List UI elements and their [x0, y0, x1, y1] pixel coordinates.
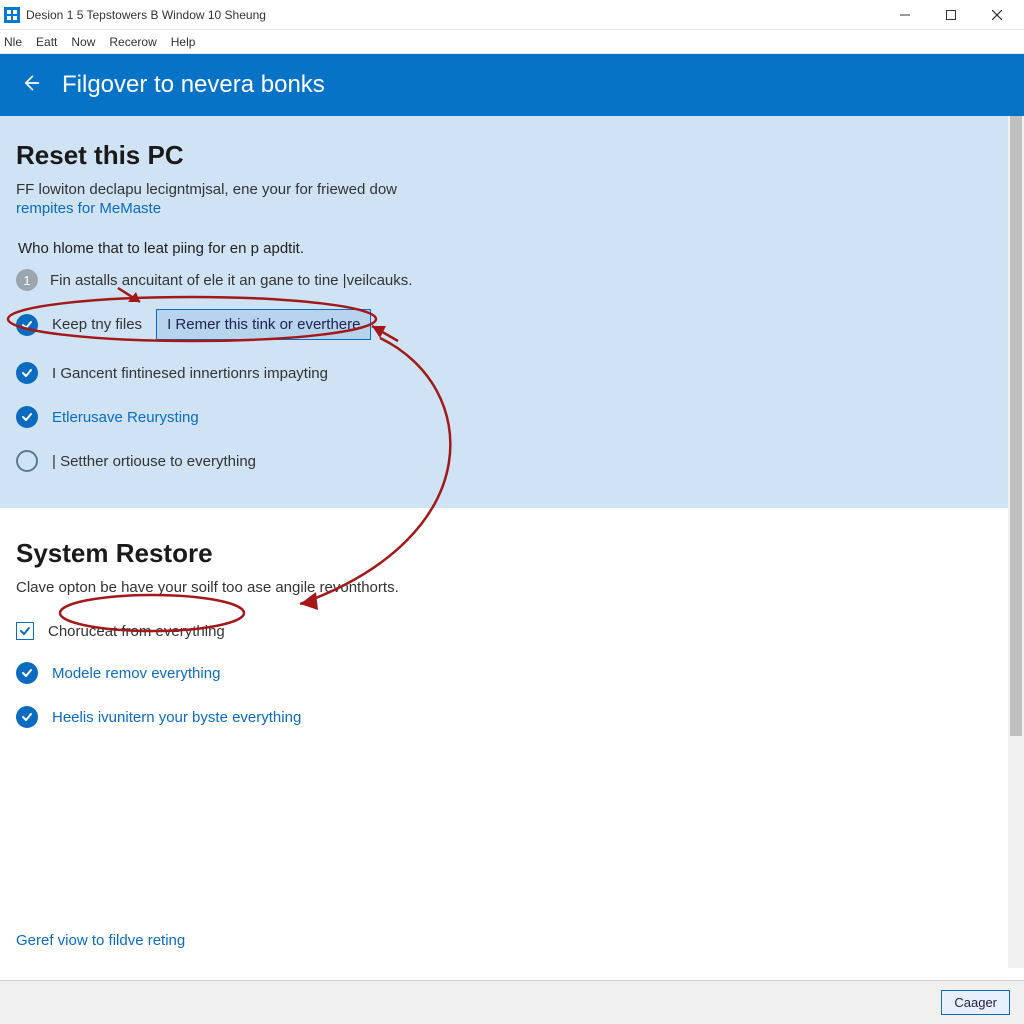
- close-button[interactable]: [974, 0, 1020, 30]
- bottom-bar: Caager: [0, 980, 1024, 1024]
- footer-link-row: Geref viow to fildve reting: [16, 932, 185, 950]
- option-heelis[interactable]: Heelis ivunitern your byste everything: [16, 706, 1008, 728]
- restore-section: System Restore Clave opton be have your …: [0, 508, 1024, 770]
- option-modele[interactable]: Modele remov everything: [16, 662, 1008, 684]
- reset-description: FF lowiton declapu lecigntmjsal, ene you…: [16, 181, 1008, 198]
- check-icon: [16, 406, 38, 428]
- option-setther[interactable]: | Setther ortiouse to everything: [16, 450, 1008, 472]
- caager-button[interactable]: Caager: [941, 990, 1010, 1015]
- check-icon: [16, 706, 38, 728]
- scrollbar-track[interactable]: [1008, 116, 1024, 968]
- highlighted-option[interactable]: I Remer this tink or everthere: [156, 309, 371, 340]
- page-title: Filgover to nevera bonks: [62, 71, 325, 99]
- menubar: Nle Eatt Now Recerow Help: [0, 30, 1024, 54]
- check-icon: [16, 362, 38, 384]
- radio-empty-icon: [16, 450, 38, 472]
- window-controls: [882, 0, 1020, 30]
- option-gancent[interactable]: I Gancent fintinesed innertionrs impayti…: [16, 362, 1008, 384]
- step-row: 1 Fin astalls ancuitant of ele it an gan…: [16, 269, 1008, 291]
- reset-section: Reset this PC FF lowiton declapu lecignt…: [0, 116, 1024, 508]
- window-title: Desion 1 5 Tepstowers B Window 10 Sheung: [26, 8, 882, 22]
- check-icon: [16, 314, 38, 336]
- option-label: Heelis ivunitern your byste everything: [52, 709, 301, 726]
- option-choruceat[interactable]: Choruceat from everything: [16, 622, 1008, 640]
- option-etlerusave[interactable]: Etlerusave Reurysting: [16, 406, 1008, 428]
- reset-link[interactable]: rempites for MeMaste: [16, 200, 161, 217]
- titlebar: Desion 1 5 Tepstowers B Window 10 Sheung: [0, 0, 1024, 30]
- maximize-button[interactable]: [928, 0, 974, 30]
- app-icon: [4, 7, 20, 23]
- menu-item[interactable]: Help: [171, 35, 196, 49]
- option-label: Keep tny files: [52, 316, 142, 333]
- menu-item[interactable]: Nle: [4, 35, 22, 49]
- reset-heading: Reset this PC: [16, 140, 1008, 171]
- minimize-button[interactable]: [882, 0, 928, 30]
- restore-description: Clave opton be have your soilf too ase a…: [16, 579, 1008, 596]
- back-arrow-icon[interactable]: [20, 73, 40, 98]
- option-label: Modele remov everything: [52, 665, 220, 682]
- option-label: | Setther ortiouse to everything: [52, 453, 256, 470]
- checkbox-checked-icon[interactable]: [16, 622, 34, 640]
- step-text: Fin astalls ancuitant of ele it an gane …: [50, 272, 412, 289]
- option-label: Etlerusave Reurysting: [52, 409, 199, 426]
- option-keep-files[interactable]: Keep tny files I Remer this tink or ever…: [16, 309, 1008, 340]
- menu-item[interactable]: Eatt: [36, 35, 57, 49]
- menu-item[interactable]: Recerow: [109, 35, 156, 49]
- option-label: Choruceat from everything: [48, 623, 225, 640]
- menu-item[interactable]: Now: [71, 35, 95, 49]
- step-number-badge: 1: [16, 269, 38, 291]
- scrollbar-thumb[interactable]: [1010, 116, 1022, 736]
- check-icon: [16, 662, 38, 684]
- content-area: Reset this PC FF lowiton declapu lecignt…: [0, 116, 1024, 968]
- reset-prompt: Who hlome that to leat piing for en p ap…: [18, 240, 1008, 257]
- page-header: Filgover to nevera bonks: [0, 54, 1024, 116]
- restore-heading: System Restore: [16, 538, 1008, 569]
- footer-link[interactable]: Geref viow to fildve reting: [16, 932, 185, 949]
- option-label: I Gancent fintinesed innertionrs impayti…: [52, 365, 328, 382]
